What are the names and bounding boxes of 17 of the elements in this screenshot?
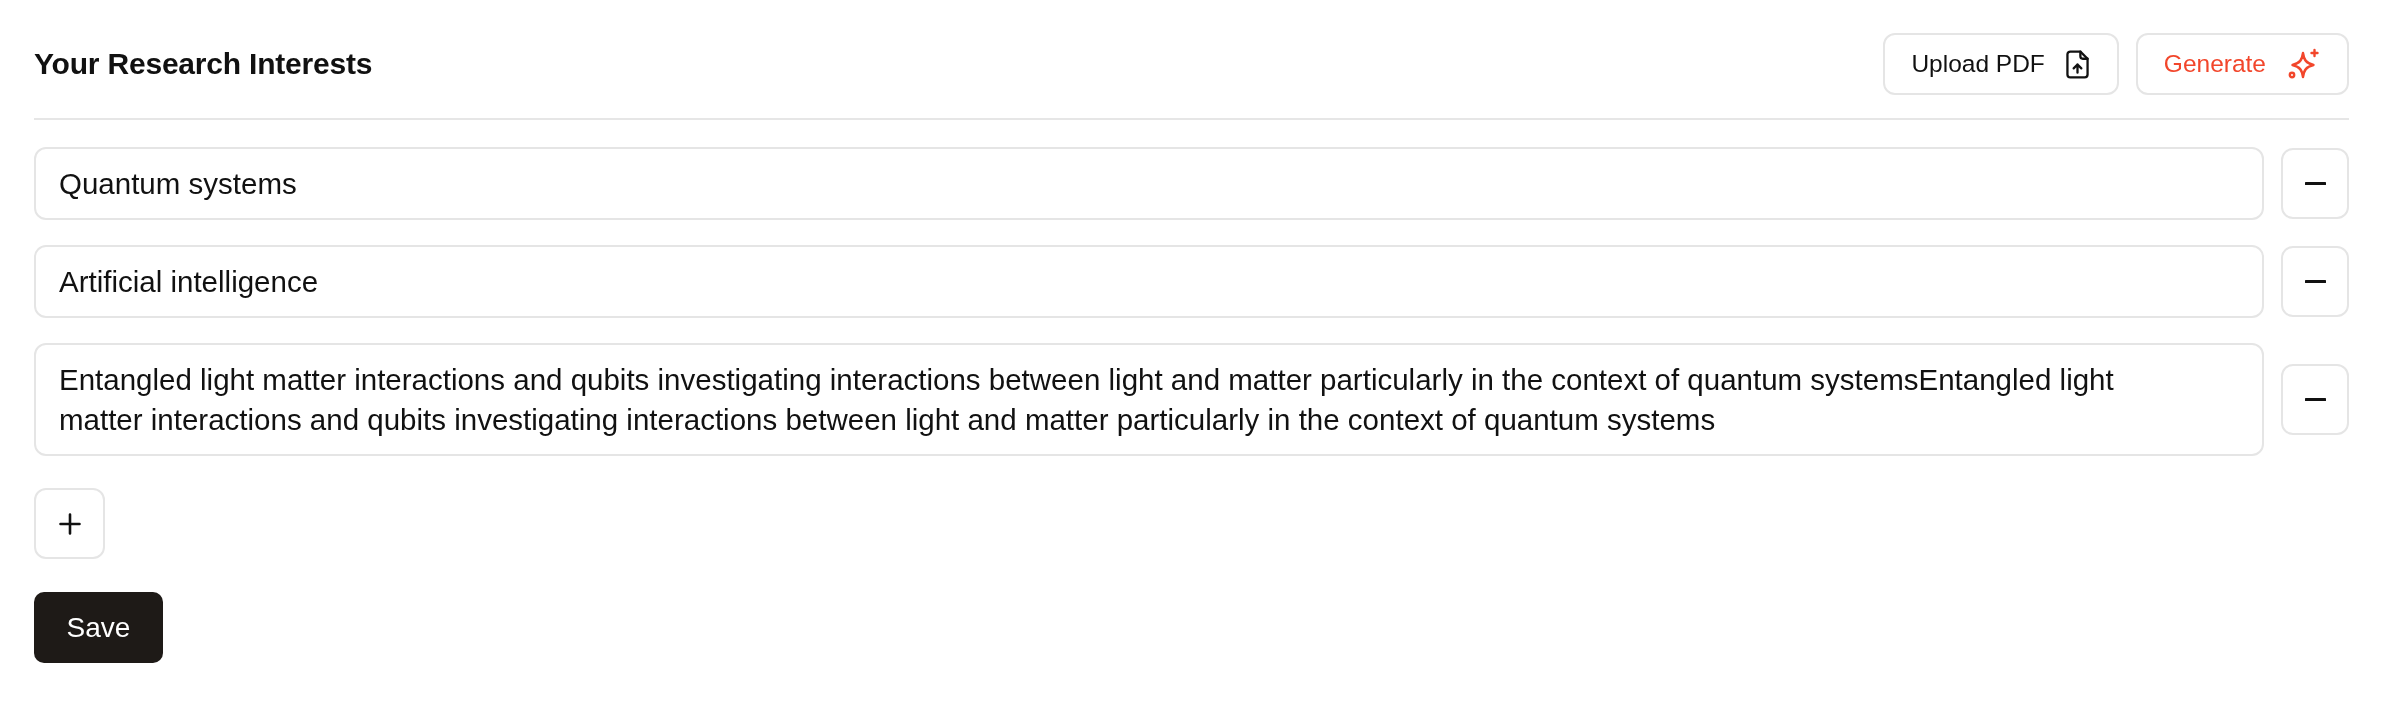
minus-icon — [2304, 182, 2326, 185]
section-title: Your Research Interests — [34, 47, 373, 81]
file-upload-icon — [2065, 49, 2089, 79]
generate-button[interactable]: Generate — [2135, 33, 2349, 95]
minus-icon — [2304, 280, 2326, 283]
interest-field[interactable]: Artificial intelligence — [34, 245, 2264, 318]
sparkle-icon — [2287, 48, 2319, 80]
remove-button[interactable] — [2281, 364, 2349, 435]
save-button[interactable]: Save — [34, 592, 163, 663]
remove-button[interactable] — [2281, 148, 2349, 219]
add-button[interactable] — [34, 488, 105, 559]
interest-field[interactable]: Entangled light matter interactions and qubits investigating interactions between light and matter particularly in the context of quantum systemsEntangled light matter interactions and qubits investigating interactions between light and matter particularly in the context of quantum systems — [34, 343, 2264, 456]
interest-field[interactable]: Quantum systems — [34, 147, 2264, 220]
minus-icon — [2304, 398, 2326, 401]
upload-pdf-button[interactable]: Upload PDF — [1883, 33, 2119, 95]
plus-icon — [58, 512, 81, 535]
remove-button[interactable] — [2281, 246, 2349, 317]
